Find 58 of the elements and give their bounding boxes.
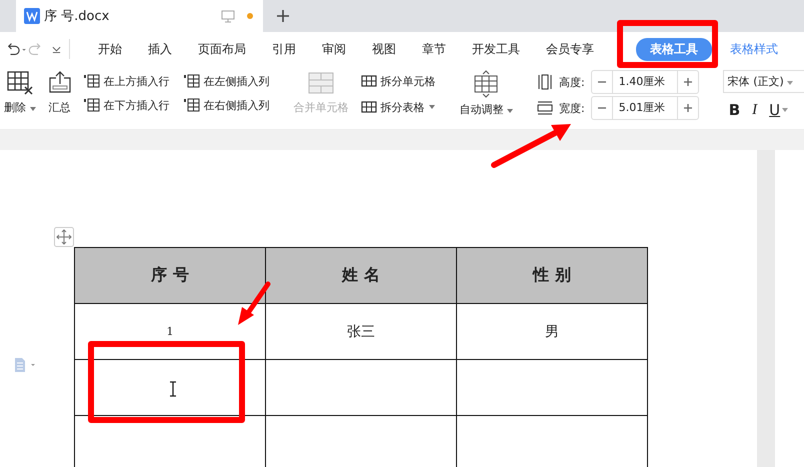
menu-tab[interactable]: 视图 — [372, 38, 396, 60]
dropdown-icon[interactable] — [52, 44, 62, 54]
undo-icon[interactable] — [6, 42, 28, 56]
delete-table-icon — [6, 70, 34, 96]
split-button[interactable]: 拆分单元格 — [360, 70, 436, 92]
insert-icon — [84, 74, 100, 88]
merge-cells-icon — [307, 70, 335, 96]
caret-icon — [787, 81, 794, 85]
caret-icon — [428, 105, 434, 109]
caret-icon — [507, 109, 513, 113]
menu-tab[interactable]: 审阅 — [322, 38, 346, 60]
document-tab[interactable]: 序 号.docx — [16, 0, 263, 32]
summary-button[interactable]: 汇总 — [48, 100, 70, 115]
insert-icon — [184, 98, 200, 112]
table-cell: 男 — [545, 324, 559, 340]
new-tab-icon[interactable] — [276, 9, 290, 23]
column-header: 姓 名 — [266, 248, 456, 304]
column-header: 序 号 — [74, 248, 266, 304]
insert-button[interactable]: 在右侧插入列 — [184, 94, 270, 116]
format-button[interactable]: U — [769, 101, 780, 119]
move-table-icon[interactable] — [54, 227, 74, 247]
insert-button[interactable]: 在左侧插入列 — [184, 70, 270, 92]
auto-fit-button[interactable]: 自动调整 — [460, 102, 513, 117]
document-title: 序 号.docx — [44, 8, 110, 25]
insert-button[interactable]: 在下方插入行 — [84, 94, 170, 116]
column-width-icon — [537, 100, 553, 116]
split-icon — [360, 100, 376, 114]
menu-tab[interactable]: 表格样式 — [730, 38, 778, 60]
menu-tab[interactable]: 引用 — [272, 38, 296, 60]
row-height-icon — [537, 74, 553, 90]
width-field[interactable]: 5.01厘米 — [590, 96, 699, 120]
font-dropdown[interactable]: 宋体 (正文) — [722, 70, 804, 93]
insert-icon — [184, 74, 200, 88]
document-icon — [24, 8, 40, 24]
delete-button[interactable]: 删除 — [4, 100, 36, 115]
annotation-arrow — [236, 281, 272, 327]
menu-tab[interactable]: 页面布局 — [198, 38, 246, 60]
height-field[interactable]: 1.40厘米 — [590, 70, 699, 94]
insert-button[interactable]: 在上方插入行 — [84, 70, 170, 92]
split-button[interactable]: 拆分表格 — [360, 96, 436, 118]
table-cell: 1 — [166, 325, 174, 338]
menu-tab[interactable]: 开发工具 — [472, 38, 520, 60]
menu-tab[interactable]: 开始 — [98, 38, 122, 60]
column-header: 性 别 — [456, 248, 648, 304]
auto-fit-icon — [472, 70, 500, 98]
text-cursor-icon — [169, 381, 177, 397]
format-button[interactable]: B — [728, 101, 740, 119]
split-icon — [360, 74, 376, 88]
insert-icon — [84, 98, 100, 112]
table-cell: 张三 — [347, 324, 375, 340]
menu-tab[interactable]: 插入 — [148, 38, 172, 60]
menu-tab[interactable]: 章节 — [422, 38, 446, 60]
caret-icon[interactable] — [782, 108, 788, 112]
height-label: 高度: — [559, 74, 585, 90]
width-label: 宽度: — [559, 100, 585, 116]
format-button[interactable]: I — [752, 102, 758, 118]
menu-tab[interactable]: 会员专享 — [546, 38, 594, 60]
caret-icon — [30, 107, 36, 111]
